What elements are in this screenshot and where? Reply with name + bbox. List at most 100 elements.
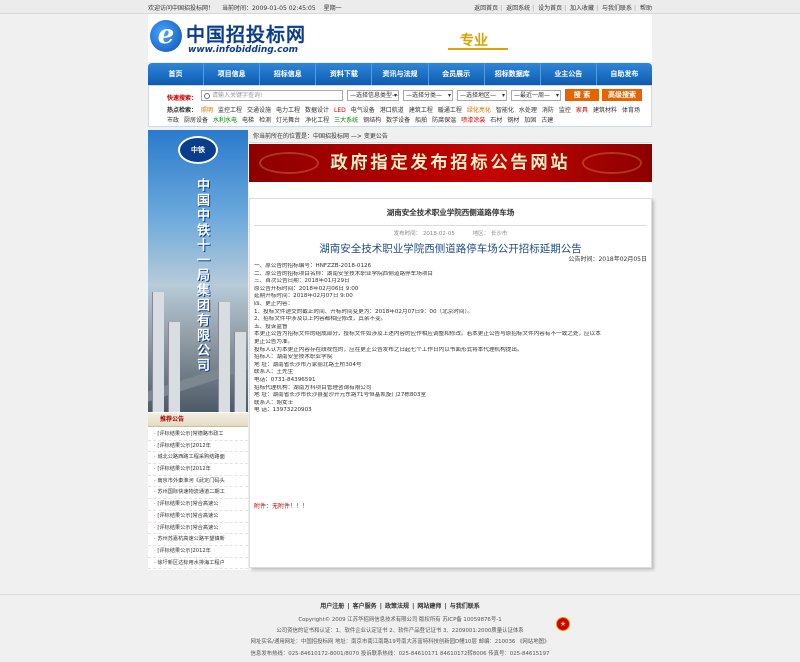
hot-keyword-link[interactable]: 照明 bbox=[201, 107, 213, 114]
list-item[interactable]: [评标结果公示]常德路市政工 bbox=[148, 429, 248, 441]
hot-keywords: 热点检索： 照明 监控工程 交通设施 电力工程 数据设计 LED 电气设备 港口航道 建筑工程暖… bbox=[167, 106, 647, 126]
left-column: 中铁 中国中铁十一局集团有限公司 推荐公告 [评标结果公示]常德路市政工 [评标… bbox=[148, 130, 248, 570]
slogan: 专业 bbox=[460, 33, 488, 49]
hot-keyword-link[interactable]: LED bbox=[334, 107, 346, 114]
list-item[interactable]: 城北公路西路工程采购结路面 bbox=[148, 452, 248, 465]
hot-keyword-link[interactable]: 钢材 bbox=[507, 117, 519, 124]
nav-self-publish[interactable]: 自助发布 bbox=[597, 63, 652, 85]
hot-keyword-link[interactable]: 消防 bbox=[542, 107, 554, 114]
link-home[interactable]: 返回首页 bbox=[474, 5, 498, 12]
main-column: 你当前所在的位置是：中国招投标网 —> 变更公告 政府指定发布招标公告网站 湖南… bbox=[249, 130, 652, 570]
nav-bid-info[interactable]: 招标信息 bbox=[260, 63, 317, 85]
hot-keyword-link[interactable]: 电梯 bbox=[242, 117, 254, 124]
hot-keyword-link[interactable]: 电气设备 bbox=[351, 107, 375, 114]
attachment-value: 无附件！！！ bbox=[272, 503, 309, 510]
list-item[interactable]: [评标结果公示]常合高速公 bbox=[148, 499, 248, 511]
hot-keyword-link[interactable]: 智能化 bbox=[496, 107, 514, 114]
category-select[interactable]: —选择分类— bbox=[403, 90, 453, 101]
list-item[interactable]: 苏州国际快速物流通道二期工 bbox=[148, 487, 248, 500]
hot-keyword-link[interactable]: 绿化亮化 bbox=[467, 107, 491, 114]
nav-owner-notices[interactable]: 业主公告 bbox=[541, 63, 597, 85]
nav-news-laws[interactable]: 资讯与法规 bbox=[372, 63, 429, 85]
hot-keyword-link[interactable]: 防腐保温 bbox=[432, 117, 456, 124]
hot-keyword-link[interactable]: 监控 bbox=[559, 107, 571, 114]
region: 地区： 长沙市 bbox=[472, 231, 508, 237]
divider: | bbox=[532, 5, 535, 12]
search-button[interactable]: 搜 索 bbox=[565, 89, 599, 101]
hot-keyword-link[interactable]: 石材 bbox=[490, 117, 502, 124]
logo-url: www.infobidding.com bbox=[188, 45, 299, 55]
list-item[interactable]: [评标结果公示]常合高速公 bbox=[148, 511, 248, 523]
link-set-homepage[interactable]: 设为首页 bbox=[538, 5, 562, 12]
nav-project-info[interactable]: 项目信息 bbox=[204, 63, 261, 85]
hot-keyword-link[interactable]: 电力工程 bbox=[276, 107, 300, 114]
hot-keyword-link[interactable]: 厨房设备 bbox=[184, 117, 208, 124]
hot-keyword-link[interactable]: 三大系统 bbox=[334, 117, 358, 124]
footer-link-lawyer[interactable]: 网站建师 bbox=[417, 603, 441, 610]
hot-keyword-link[interactable]: 建筑工程 bbox=[409, 107, 433, 114]
advanced-search-button[interactable]: 高级搜索 bbox=[602, 89, 642, 101]
hot-keyword-link[interactable]: 家具 bbox=[576, 107, 588, 114]
hot-keyword-link[interactable]: 加固 bbox=[524, 117, 536, 124]
building-graphic bbox=[168, 322, 180, 412]
hot-keyword-link[interactable]: 市政 bbox=[167, 117, 179, 124]
company-name: 中国中铁十一局集团有限公司 bbox=[194, 178, 209, 373]
company-ad-banner[interactable]: 中铁 中国中铁十一局集团有限公司 bbox=[148, 130, 248, 412]
hot-keyword-link[interactable]: 体育场 bbox=[622, 107, 640, 114]
hot-keyword-link[interactable]: 检测 bbox=[259, 117, 271, 124]
list-item[interactable]: 南京市外秦淮河《武定门码头 bbox=[148, 476, 248, 488]
footer-link-contact[interactable]: 与我们联系 bbox=[450, 603, 480, 610]
hot-keyword-link[interactable]: 数学设备 bbox=[386, 117, 410, 124]
link-system[interactable]: 返回系统 bbox=[506, 5, 530, 12]
period-select[interactable]: —最近一周— bbox=[511, 90, 561, 101]
link-help[interactable]: 帮助 bbox=[640, 5, 652, 12]
publish-time: 发布时间： 2018-02-05 bbox=[393, 231, 455, 237]
list-item[interactable]: [评标结果公示]常合高速公 bbox=[148, 523, 248, 535]
police-badge-icon[interactable]: ★ bbox=[556, 617, 570, 631]
hot-keyword-link[interactable]: 交通设施 bbox=[247, 107, 271, 114]
info-type-select[interactable]: —选择信息类型— bbox=[347, 90, 399, 101]
list-item[interactable]: [评标结果公示]2012年 bbox=[148, 441, 248, 453]
logo-icon[interactable]: e bbox=[150, 20, 182, 52]
nav-members[interactable]: 会员展示 bbox=[429, 63, 485, 85]
body-line: 原公告开标时间：2018年02月06日 9:00 bbox=[254, 285, 359, 292]
list-item[interactable]: 徐圩新区达标用水排海工程户 bbox=[148, 558, 248, 570]
body-line: 本更正公告为招标文件的组成部分，投标文件如涉及上述内容的应作相应调整和修改。若本… bbox=[254, 331, 601, 338]
hot-keyword-link[interactable]: 暖通工程 bbox=[438, 107, 462, 114]
hot-keyword-link[interactable]: 船舶 bbox=[415, 117, 427, 124]
hot-keyword-link[interactable]: 水处理 bbox=[519, 107, 537, 114]
logo-title[interactable]: 中国招投标网 bbox=[186, 20, 306, 47]
recommended-list: [评标结果公示]常德路市政工 [评标结果公示]2012年 城北公路西路工程采购结… bbox=[148, 429, 248, 570]
nav-downloads[interactable]: 资料下载 bbox=[316, 63, 373, 85]
hot-keyword-link[interactable]: 净化工程 bbox=[305, 117, 329, 124]
hot-keyword-link[interactable]: 古建 bbox=[541, 117, 553, 124]
list-item[interactable]: [评标结果公示]2012年 bbox=[148, 464, 248, 476]
link-favorite[interactable]: 加入收藏 bbox=[570, 5, 594, 12]
hotlines: 信息发布热线：025-84610172-8001/8070 投诉联系热线：025… bbox=[250, 651, 550, 657]
body-line: 三、首次公告日期：2018年01月29日 bbox=[254, 278, 350, 285]
hot-keyword-link[interactable]: 钢结构 bbox=[363, 117, 381, 124]
notice-content: 湖南安全技术职业学院西侧道路停车场 发布时间： 2018-02-05 地区： 长… bbox=[249, 198, 652, 568]
hot-keyword-link[interactable]: 水利水电 bbox=[213, 117, 237, 124]
hot-keyword-link[interactable]: 建筑材料 bbox=[593, 107, 617, 114]
hot-keyword-link[interactable]: 喷漆涂装 bbox=[461, 117, 485, 124]
main-nav: 首页 项目信息 招标信息 资料下载 资讯与法规 会员展示 招标数据库 业主公告 … bbox=[148, 63, 652, 85]
region-select[interactable]: —选择地区— bbox=[457, 90, 507, 101]
list-item[interactable]: [评标结果公示]2012年 bbox=[148, 546, 248, 558]
body-line: 四、更正内容： bbox=[254, 300, 294, 307]
body-line: 更正公告为准。 bbox=[254, 338, 294, 345]
link-contact[interactable]: 与我们联系 bbox=[602, 5, 632, 12]
footer-link-service[interactable]: 客户服务 bbox=[353, 603, 377, 610]
footer-link-policy[interactable]: 政策法规 bbox=[385, 603, 409, 610]
divider: | bbox=[634, 5, 637, 12]
hot-keyword-link[interactable]: 港口航道 bbox=[380, 107, 404, 114]
search-input[interactable]: 请输入关键字查询! bbox=[201, 90, 343, 101]
hot-keyword-link[interactable]: 监控工程 bbox=[218, 107, 242, 114]
list-item[interactable]: 苏州苏嘉杭高速公路平望镇新 bbox=[148, 534, 248, 546]
footer-link-register[interactable]: 用户注册 bbox=[320, 603, 344, 610]
nav-home[interactable]: 首页 bbox=[148, 63, 205, 85]
hot-keyword-link[interactable]: 灯光舞台 bbox=[276, 117, 300, 124]
nav-bid-database[interactable]: 招标数据库 bbox=[485, 63, 541, 85]
hot-keyword-link[interactable]: 数据设计 bbox=[305, 107, 329, 114]
slogan-underline bbox=[448, 48, 508, 50]
